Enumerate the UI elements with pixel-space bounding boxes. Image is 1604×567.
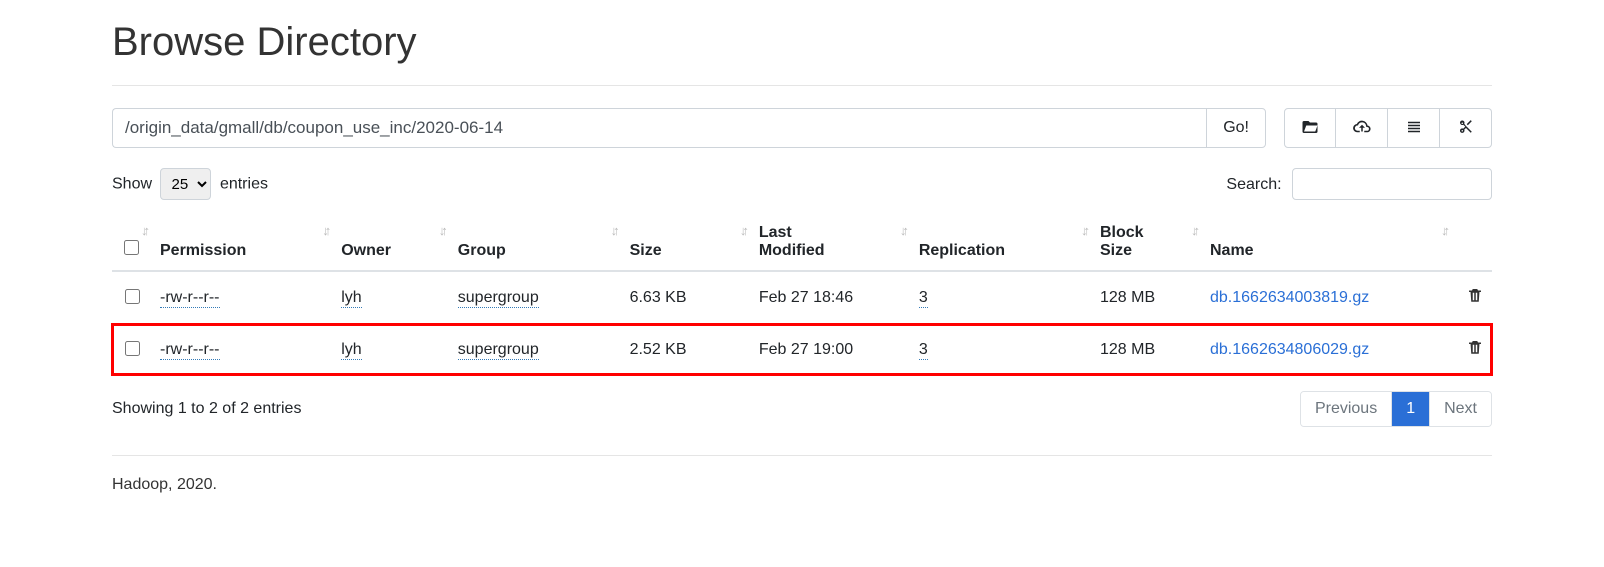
upload-button[interactable]	[1336, 108, 1388, 148]
group-value[interactable]: supergroup	[458, 341, 539, 360]
folder-open-icon	[1301, 118, 1319, 139]
next-button[interactable]: Next	[1429, 392, 1491, 426]
divider	[112, 85, 1492, 86]
owner-value[interactable]: lyh	[341, 341, 361, 360]
show-entries: Show 25 entries	[112, 168, 268, 200]
entries-select[interactable]: 25	[160, 168, 211, 200]
select-all-checkbox[interactable]	[124, 240, 139, 255]
row-checkbox[interactable]	[125, 289, 140, 304]
footer-text: Hadoop, 2020.	[112, 476, 1492, 494]
file-table: ↓↑Permission↓↑Owner↓↑Group↓↑Size↓↑LastMo…	[112, 214, 1492, 375]
show-label-pre: Show	[112, 176, 152, 193]
size-value: 6.63 KB	[622, 271, 751, 324]
permission-value[interactable]: -rw-r--r--	[160, 289, 220, 308]
trash-icon[interactable]	[1466, 343, 1484, 360]
sort-icon[interactable]: ↓↑	[322, 224, 327, 237]
last-modified-value: Feb 27 18:46	[751, 271, 911, 324]
sort-icon[interactable]: ↓↑	[740, 224, 745, 237]
table-info: Showing 1 to 2 of 2 entries	[112, 400, 301, 418]
col-name[interactable]: Name ↓↑	[1202, 214, 1452, 271]
sort-icon[interactable]: ↓↑	[1441, 224, 1446, 237]
col-permission-label: Permission	[160, 242, 246, 259]
col-name-label: Name	[1210, 242, 1254, 259]
sort-icon[interactable]: ↓↑	[1081, 224, 1086, 237]
search-label: Search:	[1226, 176, 1281, 193]
prev-button[interactable]: Previous	[1301, 392, 1391, 426]
col-owner-label: Owner	[341, 242, 391, 259]
sort-icon[interactable]: ↓↑	[141, 224, 146, 237]
upload-cloud-icon	[1353, 118, 1371, 139]
go-button[interactable]: Go!	[1206, 108, 1266, 148]
col-block-size-label: BlockSize	[1100, 224, 1144, 259]
pagination: Previous 1 Next	[1300, 391, 1492, 427]
page-title: Browse Directory	[112, 20, 1492, 65]
col-checkbox[interactable]: ↓↑	[112, 214, 152, 271]
col-group-label: Group	[458, 242, 506, 259]
col-owner[interactable]: Owner ↓↑	[333, 214, 450, 271]
col-replication-label: Replication	[919, 242, 1005, 259]
sort-icon[interactable]: ↓↑	[900, 224, 905, 237]
table-row: -rw-r--r-- lyh supergroup 6.63 KBFeb 27 18:…	[112, 271, 1492, 324]
cut-button[interactable]	[1440, 108, 1492, 148]
table-row: -rw-r--r-- lyh supergroup 2.52 KBFeb 27 19:…	[112, 324, 1492, 376]
new-folder-button[interactable]	[1284, 108, 1336, 148]
file-name-link[interactable]: db.1662634003819.gz	[1210, 289, 1369, 306]
list-icon	[1405, 118, 1423, 139]
replication-value[interactable]: 3	[919, 341, 928, 360]
row-checkbox[interactable]	[125, 341, 140, 356]
col-permission[interactable]: Permission ↓↑	[152, 214, 333, 271]
file-name-link[interactable]: db.1662634806029.gz	[1210, 341, 1369, 358]
page-1-button[interactable]: 1	[1391, 392, 1429, 426]
cut-icon	[1457, 118, 1475, 139]
col-group[interactable]: Group ↓↑	[450, 214, 622, 271]
col-size[interactable]: Size ↓↑	[622, 214, 751, 271]
sort-icon[interactable]: ↓↑	[1191, 224, 1196, 237]
size-value: 2.52 KB	[622, 324, 751, 376]
sort-icon[interactable]: ↓↑	[611, 224, 616, 237]
block-size-value: 128 MB	[1092, 271, 1202, 324]
col-size-label: Size	[630, 242, 662, 259]
show-label-post: entries	[220, 176, 268, 193]
group-value[interactable]: supergroup	[458, 289, 539, 308]
replication-value[interactable]: 3	[919, 289, 928, 308]
footer-divider	[112, 455, 1492, 456]
col-last-modified-label: LastModified	[759, 224, 825, 259]
block-size-value: 128 MB	[1092, 324, 1202, 376]
col-block-size[interactable]: BlockSize ↓↑	[1092, 214, 1202, 271]
col-last-modified[interactable]: LastModified ↓↑	[751, 214, 911, 271]
search-input[interactable]	[1292, 168, 1492, 200]
sort-icon[interactable]: ↓↑	[439, 224, 444, 237]
permission-value[interactable]: -rw-r--r--	[160, 341, 220, 360]
path-input[interactable]	[112, 108, 1206, 148]
list-view-button[interactable]	[1388, 108, 1440, 148]
owner-value[interactable]: lyh	[341, 289, 361, 308]
col-replication[interactable]: Replication ↓↑	[911, 214, 1092, 271]
last-modified-value: Feb 27 19:00	[751, 324, 911, 376]
trash-icon[interactable]	[1466, 291, 1484, 308]
